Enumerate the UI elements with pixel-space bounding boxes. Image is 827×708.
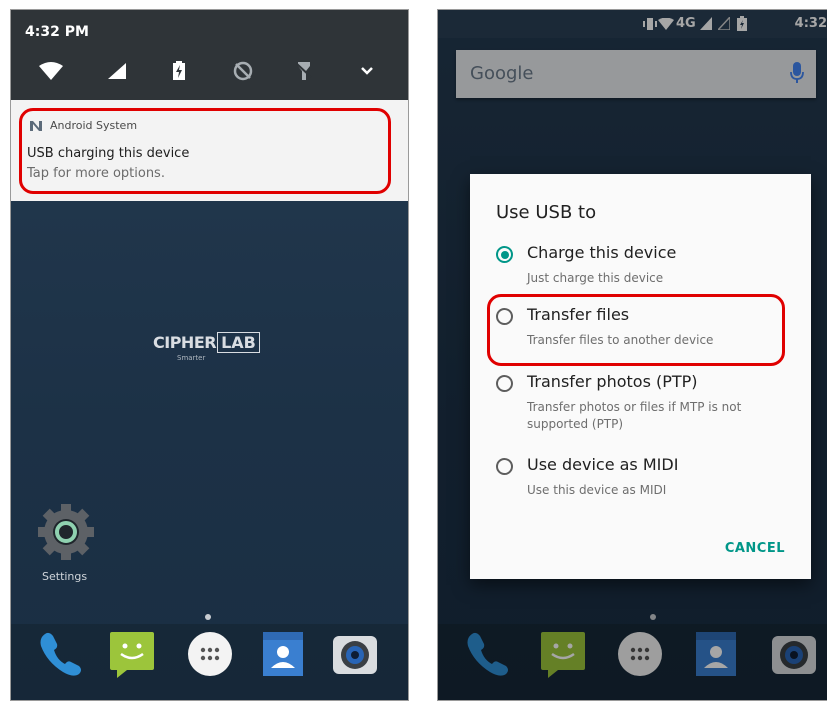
logo-text: CIPHER	[153, 333, 217, 352]
cancel-button[interactable]: CANCEL	[725, 541, 785, 556]
flashlight-icon[interactable]	[289, 58, 319, 84]
wifi-icon[interactable]	[36, 58, 66, 84]
highlight-box	[487, 294, 785, 366]
status-time: 4:32 PM	[25, 24, 89, 40]
dialog-title: Use USB to	[496, 202, 597, 223]
option-label: Charge this device	[527, 243, 677, 262]
contacts-app-icon[interactable]	[257, 628, 309, 680]
battery-saver-icon[interactable]	[164, 58, 194, 84]
option-description: Transfer photos or files if MTP is not s…	[527, 400, 742, 431]
logo-tagline: Smarter	[177, 354, 206, 362]
left-phone-screen: 4:32 PM Android System USB charging this…	[10, 9, 409, 701]
option-description: Just charge this device	[527, 271, 664, 285]
app-drawer-icon[interactable]	[184, 628, 236, 680]
usb-mode-dialog: Use USB to Charge this device Just charg…	[470, 174, 811, 579]
camera-app-icon[interactable]	[329, 628, 381, 680]
messaging-app-icon[interactable]	[107, 628, 159, 680]
option-description: Use this device as MIDI	[527, 483, 667, 497]
settings-app-icon[interactable]	[36, 502, 96, 562]
logo-box-text: LAB	[217, 332, 260, 353]
rotation-lock-icon[interactable]	[228, 58, 258, 84]
quick-settings-panel: 4:32 PM	[11, 10, 408, 100]
right-phone-screen: 4G 4:32 Google Use USB to Charge this de…	[437, 9, 827, 701]
cipherlab-logo: CIPHER LAB Smarter	[153, 332, 260, 362]
page-indicator	[205, 614, 211, 620]
cell-signal-icon[interactable]	[102, 58, 132, 84]
radio-button[interactable]	[496, 375, 513, 392]
chevron-down-icon[interactable]	[352, 58, 382, 84]
phone-app-icon[interactable]	[35, 628, 87, 680]
option-label: Transfer photos (PTP)	[527, 372, 698, 391]
settings-app-label: Settings	[42, 570, 88, 583]
option-label: Use device as MIDI	[527, 455, 679, 474]
radio-button-selected[interactable]	[496, 246, 513, 263]
radio-button[interactable]	[496, 458, 513, 475]
highlight-box	[19, 108, 391, 194]
